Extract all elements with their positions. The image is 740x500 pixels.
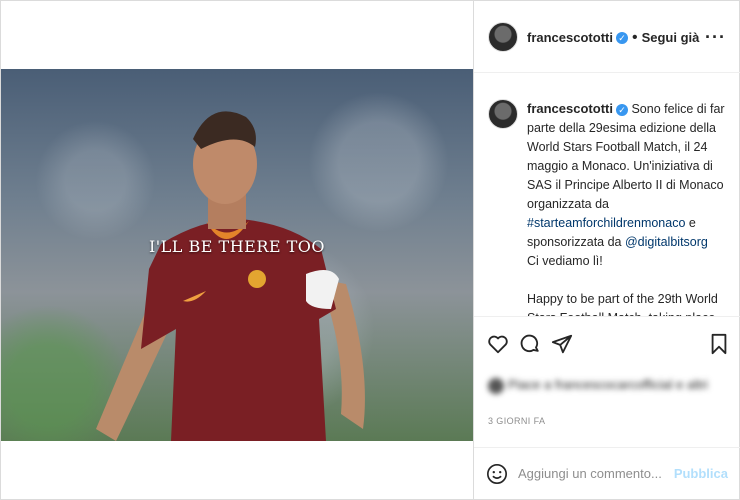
caption-body-3: Ci vediamo lì! (527, 254, 603, 268)
likes-summary[interactable]: Piace a francescocarcofficial e altri (488, 377, 728, 407)
caption-body: Sono felice di far parte della 29esima e… (527, 102, 725, 211)
action-bar (474, 319, 740, 375)
publish-button[interactable]: Pubblica (674, 466, 728, 481)
liker-avatar (488, 377, 504, 394)
post-sidebar: francescototti ✓ • Segui già ··· francescot… (473, 1, 740, 499)
mention-link[interactable]: @digitalbitsorg (625, 235, 708, 249)
comment-input[interactable]: Aggiungi un commento... (518, 466, 678, 481)
post-header: francescototti ✓ • Segui già ··· (474, 1, 740, 73)
bookmark-icon[interactable] (709, 333, 729, 355)
comment-bar: Aggiungi un commento... Pubblica (474, 447, 740, 499)
hashtag-link[interactable]: #starteamforchildrenmonaco (527, 216, 685, 230)
verified-check-icon: ✓ (615, 103, 628, 116)
post-media-image[interactable]: I'LL BE THERE TOO (1, 69, 473, 441)
header-user-line: francescototti ✓ • Segui già (527, 29, 699, 47)
avatar[interactable] (488, 22, 518, 52)
likes-text: Piace a francescocarcofficial e altri (508, 377, 708, 392)
username-link[interactable]: francescototti (527, 30, 613, 45)
caption-username-link[interactable]: francescototti (527, 101, 613, 116)
caption-text: francescototti ✓ Sono felice di far parte… (527, 99, 732, 316)
caption-section: francescototti ✓ Sono felice di far parte… (474, 73, 740, 317)
verified-check-icon: ✓ (615, 31, 628, 44)
ellipsis-icon[interactable]: ··· (705, 27, 726, 48)
avatar[interactable] (488, 99, 518, 129)
send-icon[interactable] (551, 333, 573, 355)
post-timestamp[interactable]: 3 GIORNI FA (488, 416, 545, 426)
caption-english: Happy to be part of the 29th World Stars… (527, 292, 718, 316)
comment-icon[interactable] (519, 333, 541, 355)
instagram-post: I'LL BE THERE TOO francescototti ✓ • Segui … (0, 0, 740, 500)
separator-dot: • (631, 29, 638, 46)
emoji-icon[interactable] (486, 463, 508, 485)
follow-button[interactable]: Segui già (642, 30, 700, 45)
media-overlay-text: I'LL BE THERE TOO (148, 237, 326, 256)
heart-icon[interactable] (487, 333, 509, 355)
